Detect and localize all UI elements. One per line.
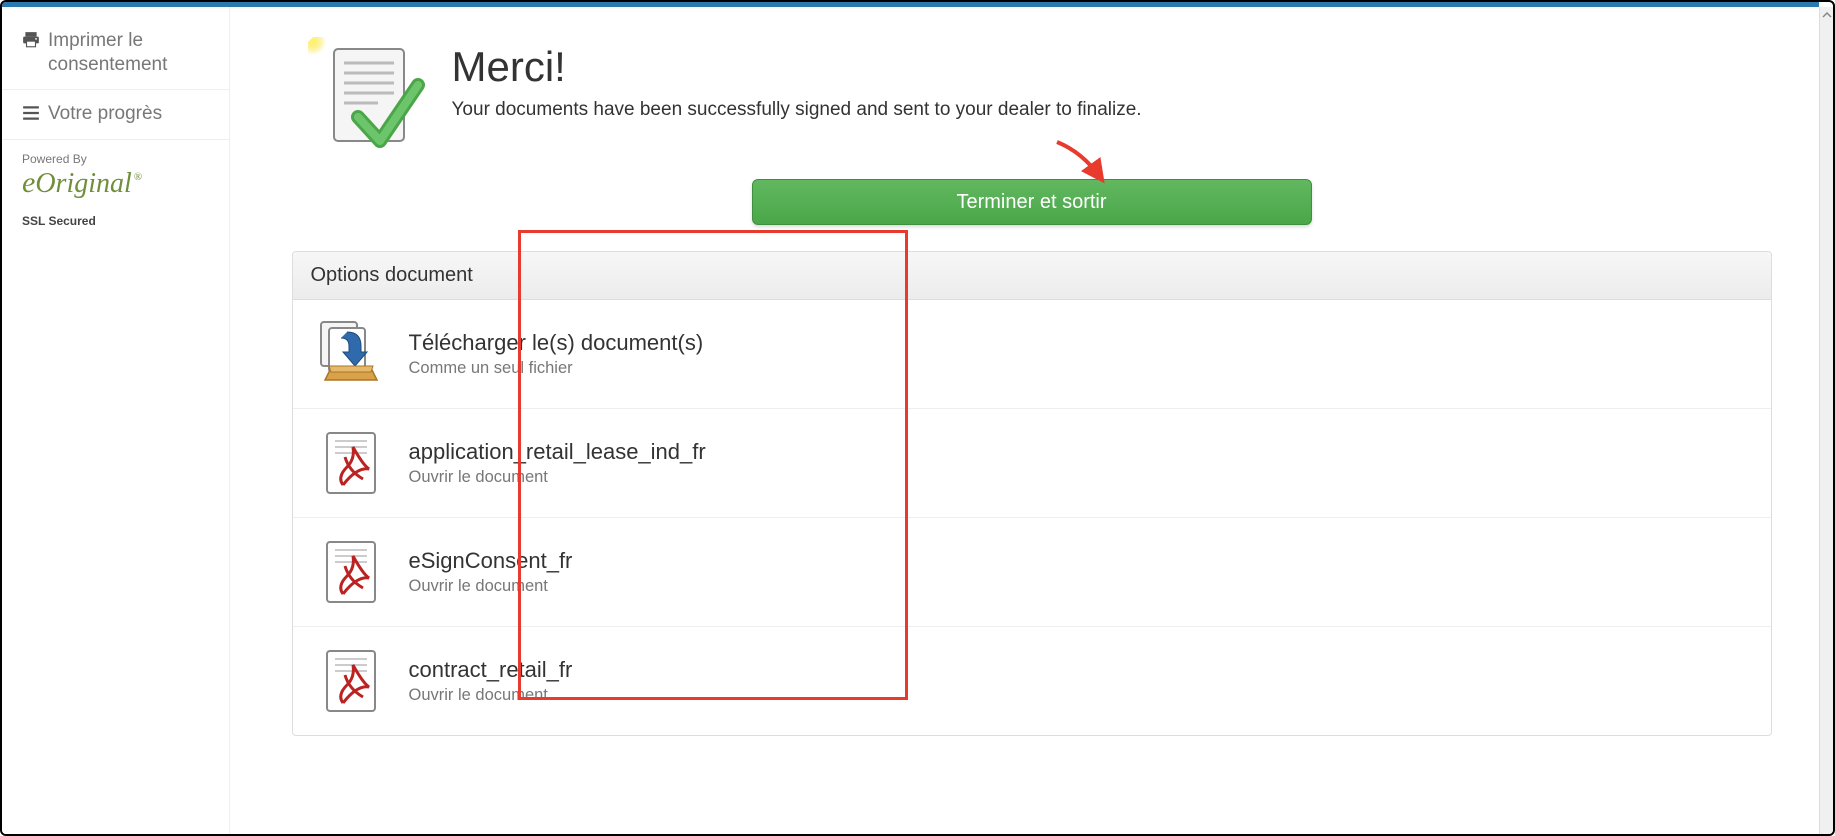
printer-icon	[22, 31, 40, 54]
sidebar-item-label: Votre progrès	[48, 102, 162, 126]
pdf-icon	[315, 536, 387, 608]
document-row-sub: Ouvrir le document	[409, 468, 706, 487]
document-check-icon	[308, 37, 428, 157]
document-options-header: Options document	[293, 252, 1771, 300]
pdf-icon	[315, 427, 387, 499]
finish-exit-label: Terminer et sortir	[956, 191, 1106, 214]
page-subtitle: Your documents have been successfully si…	[452, 99, 1142, 121]
vertical-scrollbar[interactable]	[1819, 7, 1833, 834]
sidebar-item-progress[interactable]: Votre progrès	[2, 90, 229, 140]
powered-by-label: Powered By	[22, 152, 209, 166]
eoriginal-logo: eOriginal®	[22, 168, 209, 198]
powered-by-block: Powered By eOriginal®	[2, 140, 229, 202]
document-row-title: contract_retail_fr	[409, 657, 573, 683]
sidebar: Imprimer le consentement Votre progrès P…	[2, 7, 230, 834]
scrollbar-up-arrow-icon[interactable]	[1821, 9, 1833, 21]
success-header: Merci! Your documents have been successf…	[292, 37, 1772, 157]
document-row-2[interactable]: contract_retail_fr Ouvrir le document	[293, 627, 1771, 735]
document-row-sub: Ouvrir le document	[409, 686, 573, 705]
main-content: Merci! Your documents have been successf…	[230, 7, 1833, 834]
document-options-panel: Options document Tél	[292, 251, 1772, 736]
download-all-title: Télécharger le(s) document(s)	[409, 330, 704, 356]
download-box-icon	[315, 318, 387, 390]
document-row-title: application_retail_lease_ind_fr	[409, 439, 706, 465]
document-row-sub: Ouvrir le document	[409, 577, 573, 596]
annotation-arrow	[1052, 137, 1112, 192]
download-all-sub: Comme un seul fichier	[409, 359, 704, 378]
sidebar-item-print-consent[interactable]: Imprimer le consentement	[2, 17, 229, 90]
pdf-icon	[315, 645, 387, 717]
ssl-secured-label: SSL Secured	[2, 202, 229, 240]
document-row-1[interactable]: eSignConsent_fr Ouvrir le document	[293, 518, 1771, 627]
top-blue-bar	[2, 2, 1819, 7]
sidebar-item-label: Imprimer le consentement	[48, 29, 209, 77]
list-icon	[22, 104, 40, 127]
document-row-title: eSignConsent_fr	[409, 548, 573, 574]
document-row-0[interactable]: application_retail_lease_ind_fr Ouvrir l…	[293, 409, 1771, 518]
download-all-row[interactable]: Télécharger le(s) document(s) Comme un s…	[293, 300, 1771, 409]
page-title: Merci!	[452, 43, 1142, 91]
finish-exit-button[interactable]: Terminer et sortir	[752, 179, 1312, 225]
